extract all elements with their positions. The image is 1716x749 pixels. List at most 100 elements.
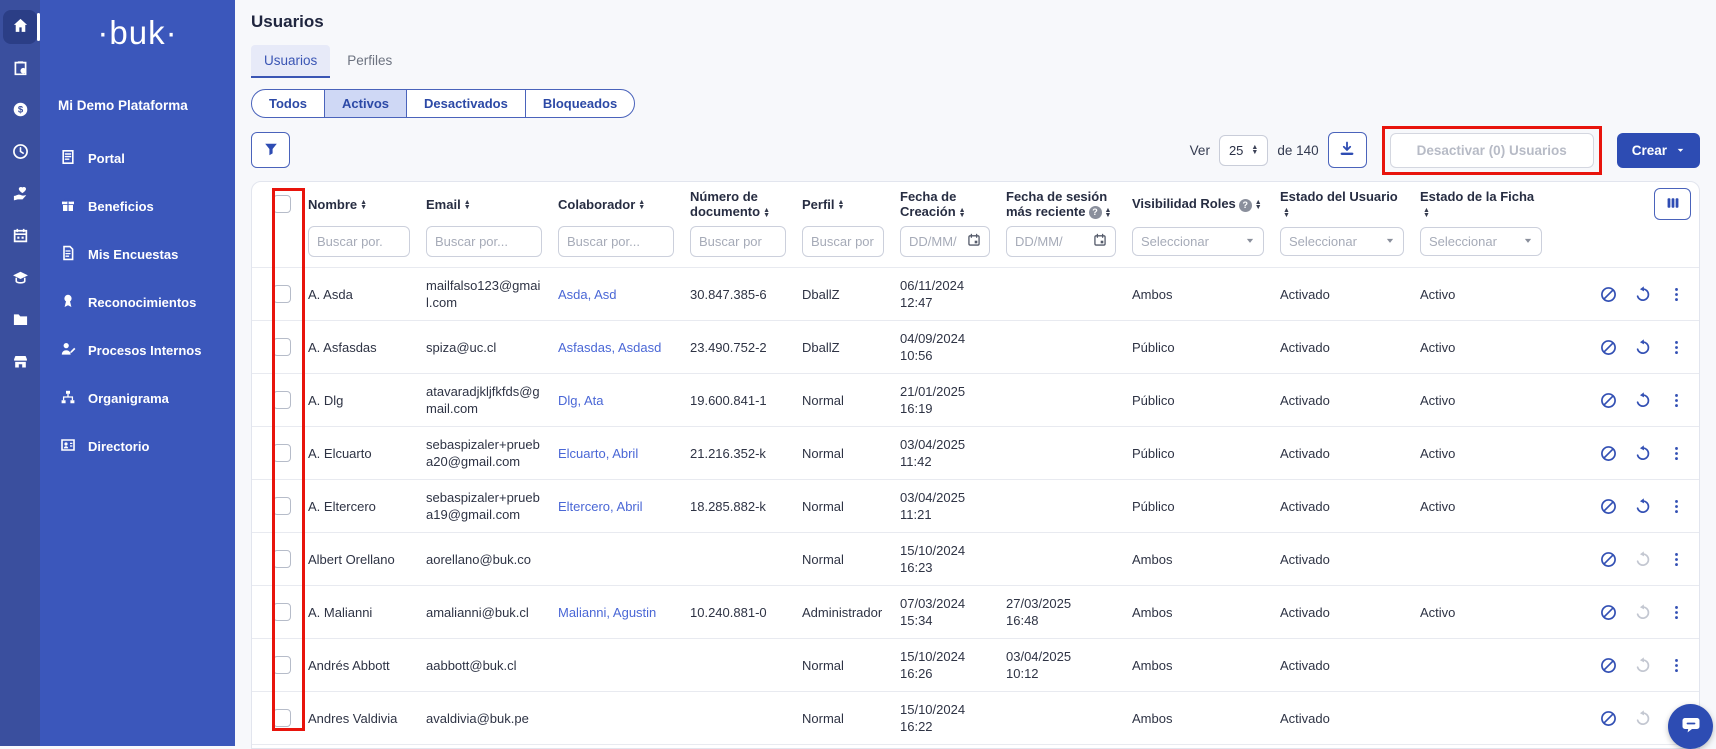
- deactivate-row-button[interactable]: [1599, 656, 1617, 674]
- date-filter-6[interactable]: DD/MM/: [900, 226, 990, 257]
- rail-item-calendar-grid[interactable]: [3, 220, 37, 254]
- deactivate-row-button[interactable]: [1599, 338, 1617, 356]
- row-checkbox[interactable]: [273, 603, 291, 621]
- segment-bloqueados[interactable]: Bloqueados: [525, 90, 634, 117]
- date-filter-7[interactable]: DD/MM/: [1006, 226, 1116, 257]
- column-header-5[interactable]: Perfil▲▼: [794, 182, 892, 222]
- select-filter-10[interactable]: Seleccionar: [1420, 227, 1542, 256]
- deactivate-row-button[interactable]: [1599, 285, 1617, 303]
- column-header-6[interactable]: Fecha de Creación▲▼: [892, 182, 998, 222]
- deactivate-row-button[interactable]: [1599, 603, 1617, 621]
- row-menu-button[interactable]: [1667, 338, 1685, 356]
- row-checkbox[interactable]: [273, 338, 291, 356]
- sort-icon[interactable]: ▲▼: [464, 200, 471, 210]
- sidebar-item-procesos-internos[interactable]: Procesos Internos: [40, 331, 235, 370]
- row-checkbox[interactable]: [273, 391, 291, 409]
- rail-item-hand-heart[interactable]: [3, 178, 37, 212]
- resend-invite-button[interactable]: [1633, 285, 1651, 303]
- select-filter-9[interactable]: Seleccionar: [1280, 227, 1404, 256]
- segment-desactivados[interactable]: Desactivados: [406, 90, 525, 117]
- deactivate-row-button[interactable]: [1599, 550, 1617, 568]
- sidebar-item-mis-encuestas[interactable]: Mis Encuestas: [40, 235, 235, 274]
- row-checkbox[interactable]: [273, 444, 291, 462]
- column-header-1[interactable]: Nombre▲▼: [300, 182, 418, 222]
- row-checkbox[interactable]: [273, 285, 291, 303]
- filter-input-3[interactable]: [558, 226, 674, 257]
- rail-item-dollar-circle[interactable]: $: [3, 94, 37, 128]
- filter-input-2[interactable]: [426, 226, 542, 257]
- colaborador-link[interactable]: Eltercero, Abril: [558, 499, 643, 514]
- filter-button[interactable]: [251, 132, 290, 168]
- chat-button[interactable]: [1668, 704, 1713, 749]
- tab-perfiles[interactable]: Perfiles: [334, 45, 405, 78]
- segment-todos[interactable]: Todos: [252, 90, 324, 117]
- row-menu-button[interactable]: [1667, 550, 1685, 568]
- column-header-7[interactable]: Fecha de sesión más reciente?▲▼: [998, 182, 1124, 222]
- colaborador-link[interactable]: Asda, Asd: [558, 287, 617, 302]
- row-menu-button[interactable]: [1667, 656, 1685, 674]
- resend-invite-button[interactable]: [1633, 391, 1651, 409]
- resend-invite-button[interactable]: [1633, 338, 1651, 356]
- sidebar-item-reconocimientos[interactable]: Reconocimientos: [40, 283, 235, 322]
- info-icon[interactable]: ?: [1089, 206, 1102, 219]
- colaborador-link[interactable]: Asfasdas, Asdasd: [558, 340, 661, 355]
- sort-icon[interactable]: ▲▼: [763, 208, 770, 218]
- row-checkbox[interactable]: [273, 550, 291, 568]
- row-menu-button[interactable]: [1667, 444, 1685, 462]
- filter-input-1[interactable]: [308, 226, 410, 257]
- rail-item-graduation-cap[interactable]: [3, 262, 37, 296]
- rail-item-folder[interactable]: [3, 304, 37, 338]
- deactivate-row-button[interactable]: [1599, 709, 1617, 727]
- column-header-2[interactable]: Email▲▼: [418, 182, 550, 222]
- filter-cell-9: Seleccionar: [1272, 222, 1412, 268]
- sort-icon[interactable]: ▲▼: [360, 200, 367, 210]
- row-checkbox[interactable]: [273, 709, 291, 727]
- column-header-8[interactable]: Visibilidad Roles?▲▼: [1124, 182, 1272, 222]
- page-size-select[interactable]: 25 ▲▼: [1219, 135, 1268, 166]
- column-header-9[interactable]: Estado del Usuario▲▼: [1272, 182, 1412, 222]
- create-button[interactable]: Crear: [1617, 133, 1700, 168]
- row-menu-button[interactable]: [1667, 497, 1685, 515]
- row-menu-button[interactable]: [1667, 603, 1685, 621]
- rail-item-clipboard-clock[interactable]: [3, 52, 37, 86]
- download-button[interactable]: [1328, 132, 1367, 168]
- column-header-3[interactable]: Colaborador▲▼: [550, 182, 682, 222]
- row-menu-button[interactable]: [1667, 391, 1685, 409]
- sidebar-item-organigrama[interactable]: Organigrama: [40, 379, 235, 418]
- filter-input-5[interactable]: [802, 226, 884, 257]
- sort-icon[interactable]: ▲▼: [959, 208, 966, 218]
- colaborador-link[interactable]: Malianni, Agustin: [558, 605, 656, 620]
- filter-input-4[interactable]: [690, 226, 786, 257]
- deactivate-row-button[interactable]: [1599, 391, 1617, 409]
- deactivate-row-button[interactable]: [1599, 497, 1617, 515]
- colaborador-link[interactable]: Elcuarto, Abril: [558, 446, 638, 461]
- row-checkbox[interactable]: [273, 656, 291, 674]
- row-checkbox[interactable]: [273, 497, 291, 515]
- colaborador-link[interactable]: Dlg, Ata: [558, 393, 604, 408]
- rail-item-clock[interactable]: [3, 136, 37, 170]
- select-all-checkbox[interactable]: [273, 195, 291, 213]
- tab-usuarios[interactable]: Usuarios: [251, 45, 330, 78]
- sort-icon[interactable]: ▲▼: [1105, 208, 1112, 218]
- sort-icon[interactable]: ▲▼: [1255, 200, 1262, 210]
- sort-icon[interactable]: ▲▼: [838, 200, 845, 210]
- rail-item-storefront[interactable]: [3, 346, 37, 380]
- sidebar-item-beneficios[interactable]: Beneficios: [40, 187, 235, 226]
- sort-icon[interactable]: ▲▼: [1283, 208, 1290, 218]
- rail-item-home[interactable]: [3, 10, 37, 44]
- info-icon[interactable]: ?: [1239, 199, 1252, 212]
- row-menu-button[interactable]: [1667, 285, 1685, 303]
- sidebar-item-directorio[interactable]: Directorio: [40, 427, 235, 466]
- column-header-4[interactable]: Número de documento▲▼: [682, 182, 794, 222]
- sort-icon[interactable]: ▲▼: [1423, 208, 1430, 218]
- columns-config-button[interactable]: [1654, 188, 1691, 220]
- resend-invite-button[interactable]: [1633, 444, 1651, 462]
- resend-invite-button[interactable]: [1633, 497, 1651, 515]
- deactivate-users-button[interactable]: Desactivar (0) Usuarios: [1390, 133, 1594, 168]
- segment-activos[interactable]: Activos: [324, 90, 406, 117]
- sidebar-item-portal[interactable]: Portal: [40, 139, 235, 178]
- column-header-10[interactable]: Estado de la Ficha▲▼: [1412, 182, 1550, 222]
- select-filter-8[interactable]: Seleccionar: [1132, 227, 1264, 256]
- sort-icon[interactable]: ▲▼: [638, 200, 645, 210]
- deactivate-row-button[interactable]: [1599, 444, 1617, 462]
